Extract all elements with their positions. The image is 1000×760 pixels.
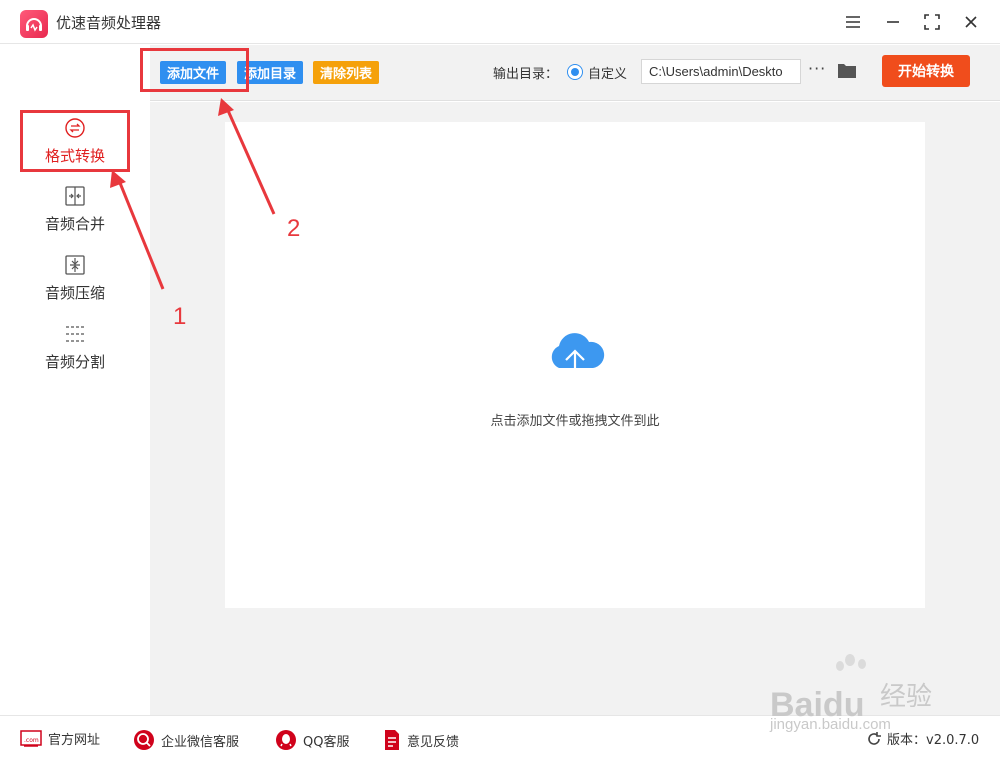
clear-list-button[interactable]: 清除列表 [313,61,380,84]
watermark-url: jingyan.baidu.com [770,716,891,733]
menu-icon[interactable] [841,10,865,34]
close-icon[interactable] [959,10,983,34]
audio-compress-icon [64,254,86,276]
title-bar: 优速音频处理器 [0,0,1000,44]
app-logo-icon [20,10,48,38]
annotation-number-2: 2 [287,215,301,242]
output-dir-label: 输出目录： [493,67,559,82]
format-convert-icon [64,117,86,139]
toolbar: 添加文件 添加目录 清除列表 输出目录： 自定义 ··· 开始转换 [150,45,1000,101]
watermark-cn: 经验 [880,682,933,712]
main-area: 点击添加文件或拖拽文件到此 [150,102,1000,715]
svg-text:.com: .com [24,737,39,744]
sidebar: 格式转换 音频合并 音频压缩 音频分割 [0,45,150,715]
sidebar-item-audio-split[interactable]: 音频分割 [20,323,130,383]
sidebar-item-audio-merge[interactable]: 音频合并 [20,185,130,245]
folder-icon[interactable] [837,62,857,83]
annotation-box-add-file [140,48,249,92]
custom-radio-label: 自定义 [588,67,628,82]
website-link[interactable]: .com 官方网址 [20,729,100,748]
sidebar-item-format-convert[interactable]: 格式转换 [20,110,130,172]
audio-split-icon [64,323,86,345]
wechat-icon [133,729,155,751]
drop-hint-text: 点击添加文件或拖拽文件到此 [490,414,660,429]
wechat-label: 企业微信客服 [161,734,240,750]
website-label: 官方网址 [48,733,101,748]
qq-service-link[interactable]: QQ客服 [275,729,349,751]
custom-radio[interactable] [567,64,583,80]
output-path-input[interactable] [641,59,801,84]
version-label: 版本：v2.0.7.0 [887,733,980,748]
wechat-service-link[interactable]: 企业微信客服 [133,729,239,751]
browse-more-button[interactable]: ··· [808,59,826,78]
sidebar-item-label: 音频压缩 [44,284,105,302]
feedback-link[interactable]: 意见反馈 [383,729,459,751]
start-convert-button[interactable]: 开始转换 [882,55,970,87]
sidebar-item-audio-compress[interactable]: 音频压缩 [20,254,130,314]
maximize-icon[interactable] [920,10,944,34]
qq-icon [275,729,297,751]
audio-merge-icon [64,185,86,207]
app-title: 优速音频处理器 [56,14,162,32]
sidebar-item-label: 音频合并 [44,215,105,233]
minimize-icon[interactable] [881,10,905,34]
file-drop-zone[interactable]: 点击添加文件或拖拽文件到此 [225,122,925,608]
feedback-label: 意见反馈 [407,734,460,750]
annotation-number-1: 1 [173,303,187,330]
website-icon: .com [20,729,42,748]
feedback-icon [383,729,401,751]
qq-label: QQ客服 [303,734,350,750]
sidebar-item-label: 音频分割 [44,353,105,371]
sidebar-item-label: 格式转换 [44,147,105,165]
cloud-upload-icon [545,330,605,386]
